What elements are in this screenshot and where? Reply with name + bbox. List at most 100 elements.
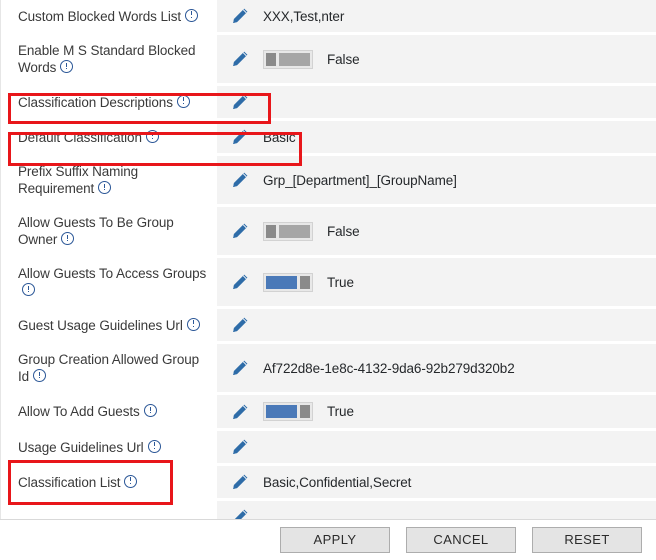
toggle-allow-to-add-guests[interactable] — [263, 402, 313, 421]
setting-value-allow-guests-to-access-groups: True — [327, 274, 354, 290]
toggle-allow-guests-to-access-groups[interactable] — [263, 272, 313, 292]
setting-value-cell-classification-descriptions — [217, 86, 656, 118]
info-icon[interactable] — [143, 404, 157, 417]
setting-label-usage-guidelines-url: Usage Guidelines Url — [18, 439, 161, 456]
toggle-thumb — [266, 52, 276, 66]
setting-row-allow-to-add-guests: Allow To Add Guests True — [1, 395, 656, 428]
setting-value-cell-prefix-suffix-naming-requirement: Grp_[Department]_[GroupName] — [217, 156, 656, 204]
setting-label-classification-descriptions: Classification Descriptions — [18, 94, 190, 111]
setting-row-usage-guidelines-url: Usage Guidelines Url — [1, 431, 656, 463]
setting-row-default-classification: Default Classification Basic — [1, 121, 656, 153]
setting-value-cell-guest-usage-guidelines-url — [217, 309, 656, 341]
pencil-icon[interactable] — [231, 273, 263, 291]
toggle-enable-m-s-standard-blocked-words[interactable] — [263, 49, 313, 69]
info-icon[interactable] — [145, 129, 159, 143]
setting-value-cell-usage-guidelines-url — [217, 431, 656, 463]
pencil-icon[interactable] — [231, 473, 263, 491]
setting-label-cell-custom-blocked-words-list: Custom Blocked Words List — [1, 0, 217, 32]
setting-row-guest-usage-guidelines-url: Guest Usage Guidelines Url — [1, 309, 656, 341]
setting-label-cell-allow-to-add-guests: Allow To Add Guests — [1, 395, 217, 428]
info-icon[interactable] — [186, 317, 200, 331]
setting-value-group-creation-allowed-group-id: Af722d8e-1e8c-4132-9da6-92b279d320b2 — [263, 360, 515, 376]
setting-label-default-classification: Default Classification — [18, 129, 159, 146]
info-icon[interactable] — [185, 8, 199, 22]
pencil-icon[interactable] — [231, 403, 263, 421]
info-icon[interactable] — [60, 60, 74, 73]
setting-value-default-classification: Basic — [263, 129, 296, 145]
setting-value-classification-list: Basic,Confidential,Secret — [263, 474, 412, 490]
setting-value-custom-blocked-words-list: XXX,Test,nter — [263, 8, 345, 24]
pencil-icon[interactable] — [231, 50, 263, 68]
toggle-track — [266, 405, 297, 418]
info-icon[interactable] — [98, 181, 112, 194]
setting-label-cell-guest-usage-guidelines-url: Guest Usage Guidelines Url — [1, 309, 217, 341]
setting-value-prefix-suffix-naming-requirement: Grp_[Department]_[GroupName] — [263, 172, 457, 188]
setting-label-custom-blocked-words-list: Custom Blocked Words List — [18, 8, 199, 25]
toggle-track — [279, 224, 310, 238]
toggle-thumb — [266, 224, 276, 238]
settings-list[interactable]: Custom Blocked Words List XXX,Test,nter En… — [0, 0, 656, 519]
setting-value-cell-allow-guests-to-be-group-owner: False — [217, 207, 656, 255]
setting-value-cell-classification-list: Basic,Confidential,Secret — [217, 466, 656, 498]
setting-row-allow-guests-to-be-group-owner: Allow Guests To Be Group Owner False — [1, 207, 656, 255]
pencil-icon[interactable] — [231, 128, 263, 146]
toggle-allow-guests-to-be-group-owner[interactable] — [263, 221, 313, 241]
setting-label-cell-classification-list: Classification List — [1, 466, 217, 498]
setting-value-cell-allow-to-add-guests: True — [217, 395, 656, 428]
setting-label-group-creation-allowed-group-id: Group Creation Allowed Group Id — [18, 352, 200, 384]
pencil-icon[interactable] — [231, 316, 263, 334]
toggle-thumb — [300, 405, 310, 418]
setting-value-cell-group-creation-allowed-group-id: Af722d8e-1e8c-4132-9da6-92b279d320b2 — [217, 344, 656, 392]
setting-label-allow-guests-to-be-group-owner: Allow Guests To Be Group Owner — [18, 215, 174, 247]
setting-row-classification-descriptions: Classification Descriptions — [1, 86, 656, 118]
setting-label-cell-classification-descriptions: Classification Descriptions — [1, 86, 217, 118]
info-icon[interactable] — [61, 232, 75, 245]
toggle-track — [279, 52, 310, 66]
setting-label-cell-blank — [1, 501, 217, 519]
pencil-icon[interactable] — [231, 93, 263, 111]
setting-label-cell-allow-guests-to-access-groups: Allow Guests To Access Groups — [1, 258, 217, 306]
info-icon[interactable] — [22, 283, 35, 296]
pencil-icon[interactable] — [231, 359, 263, 377]
info-icon[interactable] — [33, 369, 47, 382]
setting-label-cell-usage-guidelines-url: Usage Guidelines Url — [1, 431, 217, 463]
info-icon[interactable] — [124, 474, 138, 488]
setting-row-prefix-suffix-naming-requirement: Prefix Suffix Naming Requirement Grp_[Dep… — [1, 156, 656, 204]
setting-label-allow-to-add-guests: Allow To Add Guests — [18, 403, 157, 420]
setting-value-cell-blank — [217, 501, 656, 519]
info-icon[interactable] — [147, 439, 161, 453]
setting-value-cell-allow-guests-to-access-groups: True — [217, 258, 656, 306]
setting-value-cell-default-classification: Basic — [217, 121, 656, 153]
pencil-icon[interactable] — [231, 171, 263, 189]
setting-value-allow-to-add-guests: True — [327, 404, 354, 419]
pencil-icon[interactable] — [231, 438, 263, 456]
setting-label-cell-group-creation-allowed-group-id: Group Creation Allowed Group Id — [1, 344, 217, 392]
info-icon[interactable] — [176, 94, 190, 108]
setting-label-cell-prefix-suffix-naming-requirement: Prefix Suffix Naming Requirement — [1, 156, 217, 204]
reset-button[interactable]: RESET — [532, 527, 642, 553]
setting-row-allow-guests-to-access-groups: Allow Guests To Access Groups True — [1, 258, 656, 306]
setting-label-prefix-suffix-naming-requirement: Prefix Suffix Naming Requirement — [18, 164, 139, 196]
setting-value-cell-custom-blocked-words-list: XXX,Test,nter — [217, 0, 656, 32]
cancel-button[interactable]: CANCEL — [406, 527, 516, 553]
setting-value-cell-enable-m-s-standard-blocked-words: False — [217, 35, 656, 83]
setting-label-guest-usage-guidelines-url: Guest Usage Guidelines Url — [18, 317, 200, 334]
pencil-icon[interactable] — [231, 508, 263, 519]
setting-value-enable-m-s-standard-blocked-words: False — [327, 51, 360, 67]
setting-row-enable-m-s-standard-blocked-words: Enable M S Standard Blocked Words False — [1, 35, 656, 83]
apply-button[interactable]: APPLY — [280, 527, 390, 553]
pencil-icon[interactable] — [231, 222, 263, 240]
setting-label-allow-guests-to-access-groups: Allow Guests To Access Groups — [18, 265, 207, 299]
footer-action-bar: APPLY CANCEL RESET — [0, 519, 656, 560]
setting-label-cell-default-classification: Default Classification — [1, 121, 217, 153]
setting-label-cell-allow-guests-to-be-group-owner: Allow Guests To Be Group Owner — [1, 207, 217, 255]
pencil-icon[interactable] — [231, 7, 263, 25]
setting-value-allow-guests-to-be-group-owner: False — [327, 223, 360, 239]
setting-row-blank — [1, 501, 656, 519]
toggle-thumb — [300, 275, 310, 289]
setting-label-cell-enable-m-s-standard-blocked-words: Enable M S Standard Blocked Words — [1, 35, 217, 83]
setting-row-custom-blocked-words-list: Custom Blocked Words List XXX,Test,nter — [1, 0, 656, 32]
setting-label-enable-m-s-standard-blocked-words: Enable M S Standard Blocked Words — [18, 43, 196, 75]
toggle-track — [266, 275, 297, 289]
setting-label-classification-list: Classification List — [18, 474, 138, 491]
